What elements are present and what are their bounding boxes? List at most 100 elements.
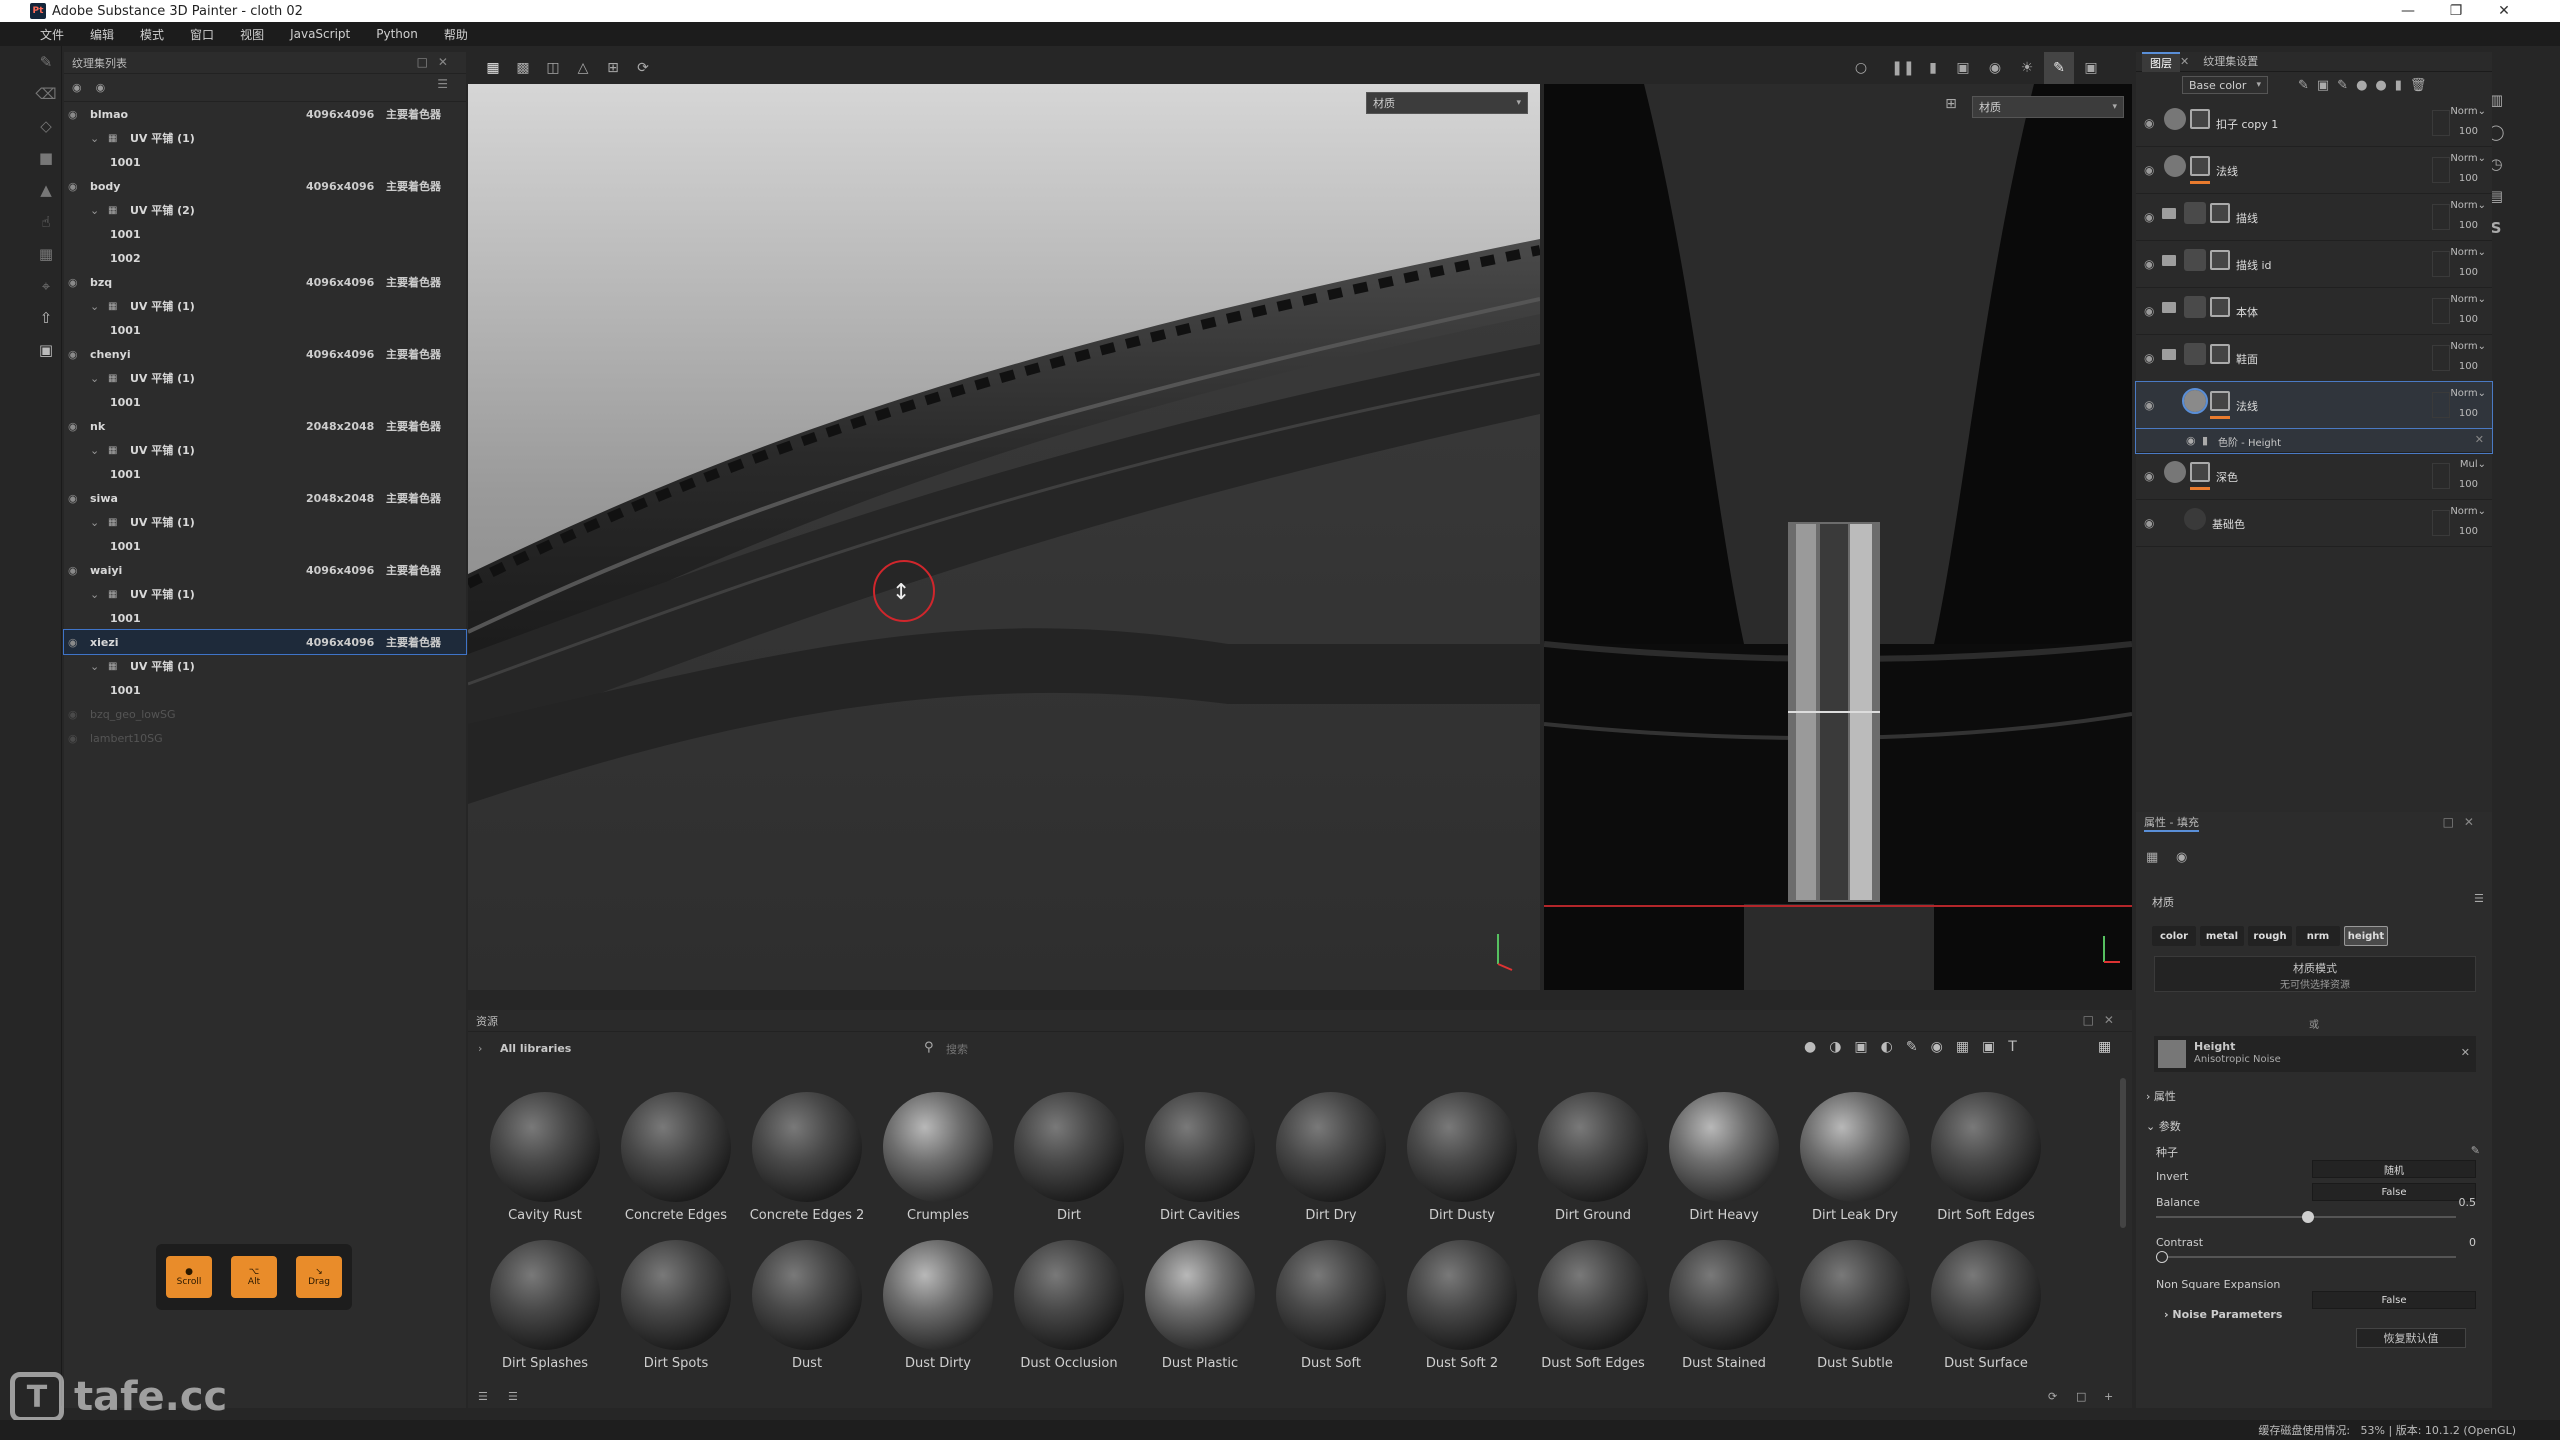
eye-icon[interactable]: ◉ <box>2144 351 2154 365</box>
screenshot-icon[interactable]: ▣ <box>2076 52 2106 84</box>
eye-icon[interactable]: ◉ <box>2144 304 2154 318</box>
layer-opacity[interactable]: 100 <box>2459 314 2478 325</box>
add-view-icon[interactable]: ⊞ <box>598 52 628 84</box>
texture-set-row[interactable]: ⌄ ▦ UV 平铺 (1) <box>64 126 466 150</box>
chevron-down-icon[interactable]: ⌄ <box>90 660 99 673</box>
menu-python[interactable]: Python <box>376 27 418 41</box>
viewport-2d[interactable]: ⊞ 材质 ▾ <box>1544 84 2132 990</box>
reset-view-icon[interactable]: ⟳ <box>628 52 658 84</box>
layer-opacity[interactable]: 100 <box>2459 361 2478 372</box>
texture-set-row[interactable]: ◉ body 4096x4096 主要着色器 <box>64 174 466 198</box>
texture-set-row[interactable]: 1001 <box>64 462 466 486</box>
eye-icon[interactable]: ◉ <box>68 492 78 505</box>
chevron-down-icon[interactable]: ⌄ <box>90 372 99 385</box>
channel-rough-button[interactable]: rough <box>2248 926 2292 946</box>
view-options-icon[interactable]: ⊞ <box>1936 94 1966 114</box>
cube-icon[interactable]: ▣ <box>1948 52 1978 84</box>
viewport-3d[interactable]: ↕ 材质 ▾ <box>468 84 1540 990</box>
shader-name[interactable]: 主要着色器 <box>386 562 441 578</box>
opacity-box[interactable] <box>2432 345 2450 371</box>
bake-icon[interactable]: ⇧ <box>30 302 62 334</box>
material-mode-dropdown-2d[interactable]: 材质 ▾ <box>1972 96 2124 118</box>
texture-set-row[interactable]: 1001 <box>64 534 466 558</box>
balance-slider[interactable] <box>2156 1211 2456 1223</box>
blend-mode[interactable]: Norm⌄ <box>2450 341 2486 352</box>
asset-item[interactable]: Concrete Edges 2 <box>742 1092 872 1242</box>
visibility-toggle-icon[interactable]: ◉ <box>96 81 106 94</box>
eye-icon[interactable]: ◉ <box>2144 469 2154 483</box>
eye-icon[interactable]: ◉ <box>68 732 78 745</box>
layer-actions-icon[interactable]: ✎▣✎●●▮🗑 <box>2298 78 2434 93</box>
list-menu-icon[interactable]: ☰ <box>437 77 458 91</box>
eye-icon[interactable]: ◉ <box>68 348 78 361</box>
menu-window[interactable]: 窗口 <box>190 26 214 43</box>
texture-set-row[interactable]: 1001 <box>64 390 466 414</box>
eye-icon[interactable]: ◉ <box>68 108 78 121</box>
asset-item[interactable]: Dirt <box>1004 1092 1134 1242</box>
minimize-button[interactable]: — <box>2384 0 2432 22</box>
brush-mode-icon[interactable]: ✎ <box>2044 52 2074 84</box>
eye-icon[interactable]: ◉ <box>2144 210 2154 224</box>
asset-item[interactable]: Dust Plastic <box>1135 1240 1265 1390</box>
texture-set-row[interactable]: ⌄ ▦ UV 平铺 (1) <box>64 366 466 390</box>
remove-resource-icon[interactable]: ✕ <box>2461 1046 2470 1059</box>
channel-nrm-button[interactable]: nrm <box>2296 926 2340 946</box>
eraser-icon[interactable]: ⌫ <box>30 78 62 110</box>
blend-mode[interactable]: Norm⌄ <box>2450 200 2486 211</box>
asset-item[interactable]: Dirt Leak Dry <box>1790 1092 1920 1242</box>
layer-row[interactable]: ◉ 法线 Norm⌄ 100 <box>2136 147 2492 194</box>
opacity-box[interactable] <box>2432 298 2450 324</box>
asset-item[interactable]: Dirt Splashes <box>480 1240 610 1390</box>
texture-set-row[interactable]: ⌄ ▦ UV 平铺 (1) <box>64 582 466 606</box>
asset-item[interactable]: Dirt Dry <box>1266 1092 1396 1242</box>
layer-row[interactable]: ◉ 描线 Norm⌄ 100 <box>2136 194 2492 241</box>
chevron-down-icon[interactable]: ⌄ <box>90 516 99 529</box>
params-group[interactable]: ⌄ 参数 <box>2146 1118 2470 1138</box>
blend-mode[interactable]: Mul⌄ <box>2460 459 2486 470</box>
view-grid-icon[interactable]: ▦ <box>478 52 508 84</box>
eye-icon[interactable]: ◉ <box>2144 398 2154 412</box>
projection-icon[interactable]: ◇ <box>30 110 62 142</box>
texture-set-row[interactable]: ◉ chenyi 4096x4096 主要着色器 <box>64 342 466 366</box>
refresh-icon[interactable]: ⟳ <box>2048 1390 2057 1403</box>
opacity-box[interactable] <box>2432 204 2450 230</box>
eye-icon[interactable]: ◉ <box>68 564 78 577</box>
menu-file[interactable]: 文件 <box>40 26 64 43</box>
chevron-down-icon[interactable]: ⌄ <box>90 132 99 145</box>
blend-mode[interactable]: Norm⌄ <box>2450 294 2486 305</box>
shader-name[interactable]: 主要着色器 <box>386 346 441 362</box>
tab-layers[interactable]: 图层 <box>2142 51 2180 72</box>
symmetry-icon[interactable]: △ <box>568 52 598 84</box>
material-tab-icon[interactable]: ◉ <box>2176 850 2187 865</box>
asset-item[interactable]: Dust Dirty <box>873 1240 1003 1390</box>
opacity-box[interactable] <box>2432 157 2450 183</box>
visibility-all-icon[interactable]: ◉ <box>72 81 82 94</box>
contrast-slider[interactable] <box>2156 1251 2456 1263</box>
close-button[interactable]: ✕ <box>2480 0 2528 22</box>
layer-opacity[interactable]: 100 <box>2459 220 2478 231</box>
view-split-icon[interactable]: ▩ <box>508 52 538 84</box>
library-breadcrumb[interactable]: All libraries <box>500 1042 571 1055</box>
layer-opacity[interactable]: 100 <box>2459 526 2478 537</box>
material-mode-box[interactable]: 材质模式 无可供选择资源 <box>2154 956 2476 992</box>
layer-opacity[interactable]: 100 <box>2459 173 2478 184</box>
texture-set-row[interactable]: ◉ bzq 4096x4096 主要着色器 <box>64 270 466 294</box>
asset-item[interactable]: Dust Soft 2 <box>1397 1240 1527 1390</box>
asset-item[interactable]: Dust Surface <box>1921 1240 2051 1390</box>
assets-scrollbar[interactable] <box>2120 1078 2126 1228</box>
channel-color-button[interactable]: color <box>2152 926 2196 946</box>
paint-brush-icon[interactable]: ✎ <box>30 46 62 78</box>
texture-set-row[interactable]: ◉ bzq_geo_lowSG <box>64 702 466 726</box>
hide-icon[interactable]: ○ <box>1846 52 1876 84</box>
shader-name[interactable]: 主要着色器 <box>386 418 441 434</box>
reset-defaults-button[interactable]: 恢复默认值 <box>2356 1328 2466 1348</box>
clone-icon[interactable]: ▦ <box>30 238 62 270</box>
layer-row[interactable]: ◉ 鞋面 Norm⌄ 100 <box>2136 335 2492 382</box>
texture-set-row[interactable]: 1001 <box>64 222 466 246</box>
texture-set-row[interactable]: ⌄ ▦ UV 平铺 (1) <box>64 294 466 318</box>
asset-item[interactable]: Cavity Rust <box>480 1092 610 1242</box>
opacity-box[interactable] <box>2432 392 2450 418</box>
texture-set-row[interactable]: ⌄ ▦ UV 平铺 (1) <box>64 438 466 462</box>
texture-set-row[interactable]: 1001 <box>64 678 466 702</box>
opacity-box[interactable] <box>2432 510 2450 536</box>
